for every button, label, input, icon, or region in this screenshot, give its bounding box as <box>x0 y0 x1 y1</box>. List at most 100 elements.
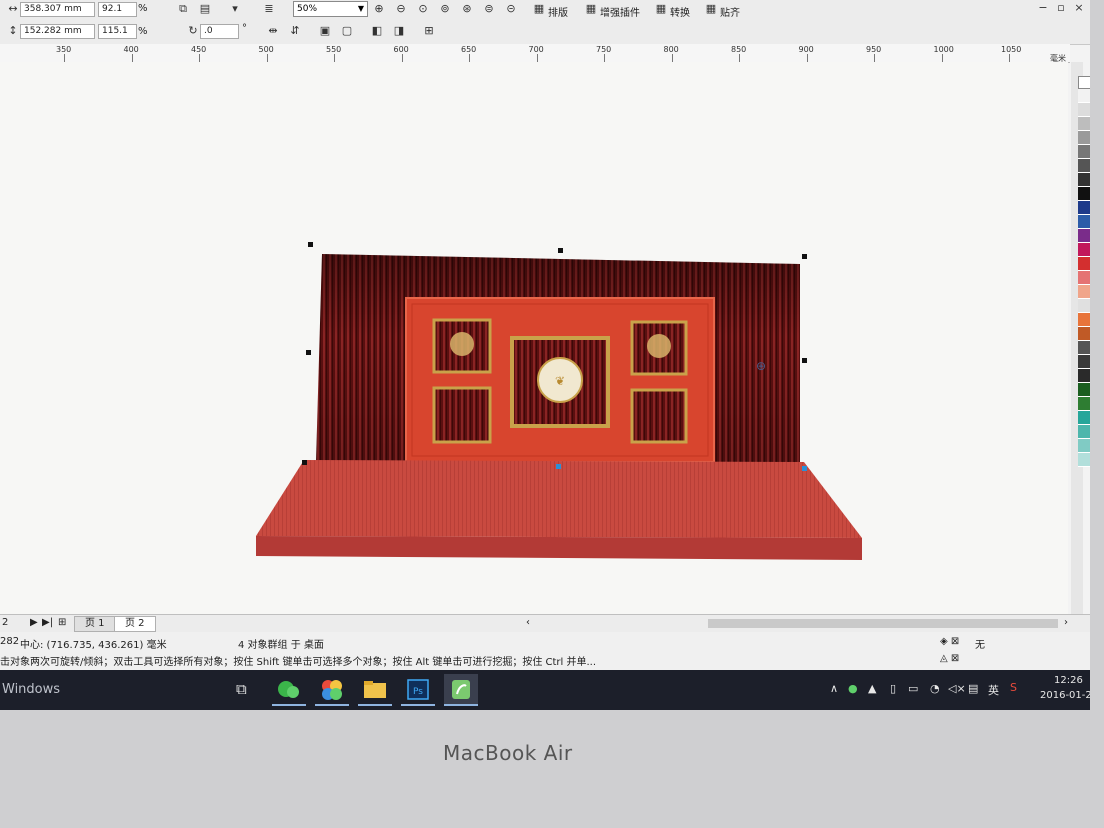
scroll-right-icon[interactable]: › <box>1064 617 1068 628</box>
rotation-field[interactable]: .0 <box>200 24 239 39</box>
wechat-app[interactable] <box>272 674 306 706</box>
color-swatch[interactable] <box>1078 355 1090 369</box>
task-view-icon[interactable]: ⧉ <box>236 680 247 698</box>
color-swatch[interactable] <box>1078 439 1090 453</box>
coreldraw-app[interactable] <box>444 674 478 706</box>
next-page-icon[interactable]: ▶ <box>30 617 38 628</box>
tab-page-2[interactable]: 页 2 <box>114 616 156 632</box>
color-swatch[interactable] <box>1078 145 1090 159</box>
color-swatch[interactable] <box>1078 271 1090 285</box>
selection-handle[interactable] <box>802 358 807 363</box>
convert-icon[interactable]: ▦ <box>654 2 668 16</box>
tab-page-1[interactable]: 页 1 <box>74 616 116 632</box>
mirror-v-icon[interactable]: ⇵ <box>288 24 302 38</box>
arrange-icon[interactable]: ▦ <box>532 2 546 16</box>
color-swatch[interactable] <box>1078 299 1090 313</box>
scroll-left-icon[interactable]: ‹ <box>526 617 530 628</box>
width-field[interactable]: 358.307 mm <box>20 2 95 17</box>
scale-x-field[interactable]: 92.1 <box>98 2 137 17</box>
zoom-height-icon[interactable]: ⊝ <box>504 2 518 16</box>
selection-handle[interactable] <box>558 248 563 253</box>
notification-icon[interactable]: ▤ <box>968 682 978 695</box>
color-swatch[interactable] <box>1078 369 1090 383</box>
color-swatch[interactable] <box>1078 215 1090 229</box>
break-apart-icon[interactable]: ◨ <box>392 24 406 38</box>
color-swatch[interactable] <box>1078 425 1090 439</box>
ime-indicator[interactable]: 英 <box>988 682 999 698</box>
tray-wechat-icon[interactable]: ● <box>848 682 858 695</box>
color-swatch[interactable] <box>1078 411 1090 425</box>
ungroup-icon[interactable]: ▢ <box>340 24 354 38</box>
scale-y-field[interactable]: 115.1 <box>98 24 137 39</box>
arrange-button[interactable]: 排版 <box>548 4 568 19</box>
close-icon[interactable]: × <box>1072 1 1086 15</box>
no-color-swatch[interactable] <box>1078 76 1090 89</box>
tray-app-icon[interactable]: ▲ <box>868 682 876 695</box>
color-swatch[interactable] <box>1078 173 1090 187</box>
selection-handle[interactable] <box>306 350 311 355</box>
color-swatch[interactable] <box>1078 103 1090 117</box>
drawing-canvas[interactable]: ❦ ⊕ <box>0 62 1068 614</box>
color-swatch[interactable] <box>1078 131 1090 145</box>
volume-icon[interactable]: ◁× <box>948 682 966 695</box>
restore-icon[interactable]: ▫ <box>1054 1 1068 15</box>
zoom-page-icon[interactable]: ⊛ <box>460 2 474 16</box>
sogou-icon[interactable]: S <box>1010 681 1017 694</box>
color-swatch[interactable] <box>1078 159 1090 173</box>
zoom-select[interactable]: 50% ▼ <box>293 1 368 17</box>
wrap-icon[interactable]: ⧉ <box>176 2 190 16</box>
outline-icon[interactable]: ≣ <box>262 2 276 16</box>
minimize-icon[interactable]: − <box>1036 1 1050 15</box>
selection-center-handle[interactable] <box>556 464 561 469</box>
height-field[interactable]: 152.282 mm <box>20 24 95 39</box>
wifi-icon[interactable]: ◔ <box>930 682 940 695</box>
zoom-out-icon[interactable]: ⊖ <box>394 2 408 16</box>
fill-icon[interactable]: ▾ <box>228 2 242 16</box>
photos-app[interactable] <box>315 674 349 706</box>
color-swatch[interactable] <box>1078 243 1090 257</box>
color-swatch[interactable] <box>1078 187 1090 201</box>
tray-expand-icon[interactable]: ∧ <box>830 682 838 695</box>
align-distribute-icon[interactable]: ⊞ <box>422 24 436 38</box>
color-swatch[interactable] <box>1078 201 1090 215</box>
color-swatch[interactable] <box>1078 383 1090 397</box>
outline-indicator-icon[interactable]: ◬ ⊠ <box>940 653 959 664</box>
clock-date[interactable]: 2016-01-20 <box>1040 690 1090 701</box>
color-swatch[interactable] <box>1078 285 1090 299</box>
color-swatch[interactable] <box>1078 313 1090 327</box>
color-palette[interactable] <box>1078 76 1090 604</box>
selection-handle[interactable] <box>802 466 807 471</box>
combine-icon[interactable]: ◧ <box>370 24 384 38</box>
snap-icon[interactable]: ▦ <box>704 2 718 16</box>
color-swatch[interactable] <box>1078 117 1090 131</box>
stage-design-group[interactable]: ❦ ⊕ <box>250 240 870 570</box>
zoom-width-icon[interactable]: ⊜ <box>482 2 496 16</box>
color-swatch[interactable] <box>1078 257 1090 271</box>
color-swatch[interactable] <box>1078 453 1090 467</box>
plugin-button[interactable]: 增强插件 <box>600 4 640 19</box>
group-icon[interactable]: ▣ <box>318 24 332 38</box>
color-swatch[interactable] <box>1078 327 1090 341</box>
last-page-icon[interactable]: ▶| <box>42 617 53 628</box>
fill-indicator-icon[interactable]: ◈ ⊠ <box>940 636 959 647</box>
zoom-selected-icon[interactable]: ⊙ <box>416 2 430 16</box>
tray-battery-icon[interactable]: ▭ <box>908 682 918 695</box>
color-swatch[interactable] <box>1078 229 1090 243</box>
convert-button[interactable]: 转换 <box>670 4 690 19</box>
tray-usb-icon[interactable]: ▯ <box>890 682 896 695</box>
color-swatch[interactable] <box>1078 89 1090 103</box>
color-swatch[interactable] <box>1078 397 1090 411</box>
clock-time[interactable]: 12:26 <box>1054 675 1083 686</box>
file-explorer-app[interactable] <box>358 674 392 706</box>
zoom-in-icon[interactable]: ⊕ <box>372 2 386 16</box>
color-swatch[interactable] <box>1078 341 1090 355</box>
align-icon[interactable]: ▤ <box>198 2 212 16</box>
snap-button[interactable]: 贴齐 <box>720 4 740 19</box>
zoom-all-icon[interactable]: ⊚ <box>438 2 452 16</box>
selection-handle[interactable] <box>302 460 307 465</box>
selection-handle[interactable] <box>802 254 807 259</box>
plugin-icon[interactable]: ▦ <box>584 2 598 16</box>
rotation-center-icon[interactable]: ⊕ <box>756 359 766 373</box>
mirror-h-icon[interactable]: ⇹ <box>266 24 280 38</box>
photoshop-app[interactable]: Ps <box>401 674 435 706</box>
